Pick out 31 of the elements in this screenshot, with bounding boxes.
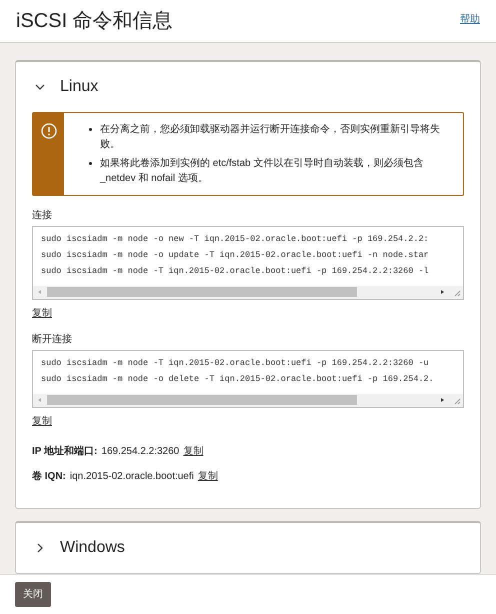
- copy-link[interactable]: 复制: [198, 468, 218, 484]
- close-button[interactable]: 关闭: [15, 582, 51, 607]
- command-label: 连接: [32, 208, 53, 223]
- info-label: 卷 IQN:: [32, 470, 66, 484]
- help-link[interactable]: 帮助: [460, 12, 480, 27]
- code-box[interactable]: [32, 226, 464, 300]
- command-label: 断开连接: [32, 332, 73, 347]
- code-line: sudo iscsiadm -m node -T iqn.2015-02.oracle.boot:uefi -p 169.254.2.2:3260 -l: [41, 264, 430, 278]
- accordion-header[interactable]: Linux: [16, 62, 480, 112]
- horizontal-scrollbar[interactable]: [33, 286, 463, 299]
- info-value: iqn.2015-02.oracle.boot:uefi: [70, 470, 194, 484]
- code-box[interactable]: sudo iscsiadm -m node -T iqn.2015-02.oracle.boot:uefi -p 169.254.2.2:3260 -u sudo iscsiadm -m node -o delete -T iqn.2015-02.oracle.boot:uefi -p 169.254.2.: [32, 350, 464, 408]
- horizontal-scrollbar[interactable]: [33, 394, 463, 407]
- copy-link[interactable]: 复制: [32, 414, 52, 429]
- warning-text: 在分离之前，您必须卸载驱动器并运行断开连接命令，否则实例重新引导将失败。: [100, 122, 441, 152]
- bullet-icon: [89, 128, 92, 131]
- code-line: sudo iscsiadm -m node -T iqn.2015-02.oracle.boot:uefi -p 169.254.2.2:3260 -u: [41, 356, 430, 370]
- copy-link[interactable]: 复制: [183, 444, 204, 459]
- scrollbar-thumb[interactable]: [47, 395, 357, 406]
- warning-icon: [40, 122, 56, 139]
- info-value: 169.254.2.2:3260: [101, 444, 180, 459]
- bullet-icon: [89, 162, 92, 165]
- scrollbar-thumb[interactable]: [47, 287, 357, 298]
- info-label: IP 地址和端口:: [32, 444, 98, 459]
- dialog-title: iSCSI 命令和信息: [16, 9, 173, 34]
- code-line: sudo iscsiadm -m node -o update -T iqn.2015-02.oracle.boot:uefi -n node.star: [41, 248, 430, 262]
- warning-text: 如果将此卷添加到实例的 etc/fstab 文件以在引导时自动装载，则必须包含 _netdev 和 nofail 选项。: [100, 156, 424, 186]
- code-line: sudo iscsiadm -m node -o new -T iqn.2015-02.oracle.boot:uefi -p 169.254.2.2:: [41, 232, 430, 246]
- code-line: sudo iscsiadm -m node -o delete -T iqn.2015-02.oracle.boot:uefi -p 169.254.2.: [41, 372, 435, 386]
- copy-link[interactable]: 复制: [32, 306, 52, 321]
- accordion-header[interactable]: Windows: [16, 522, 480, 573]
